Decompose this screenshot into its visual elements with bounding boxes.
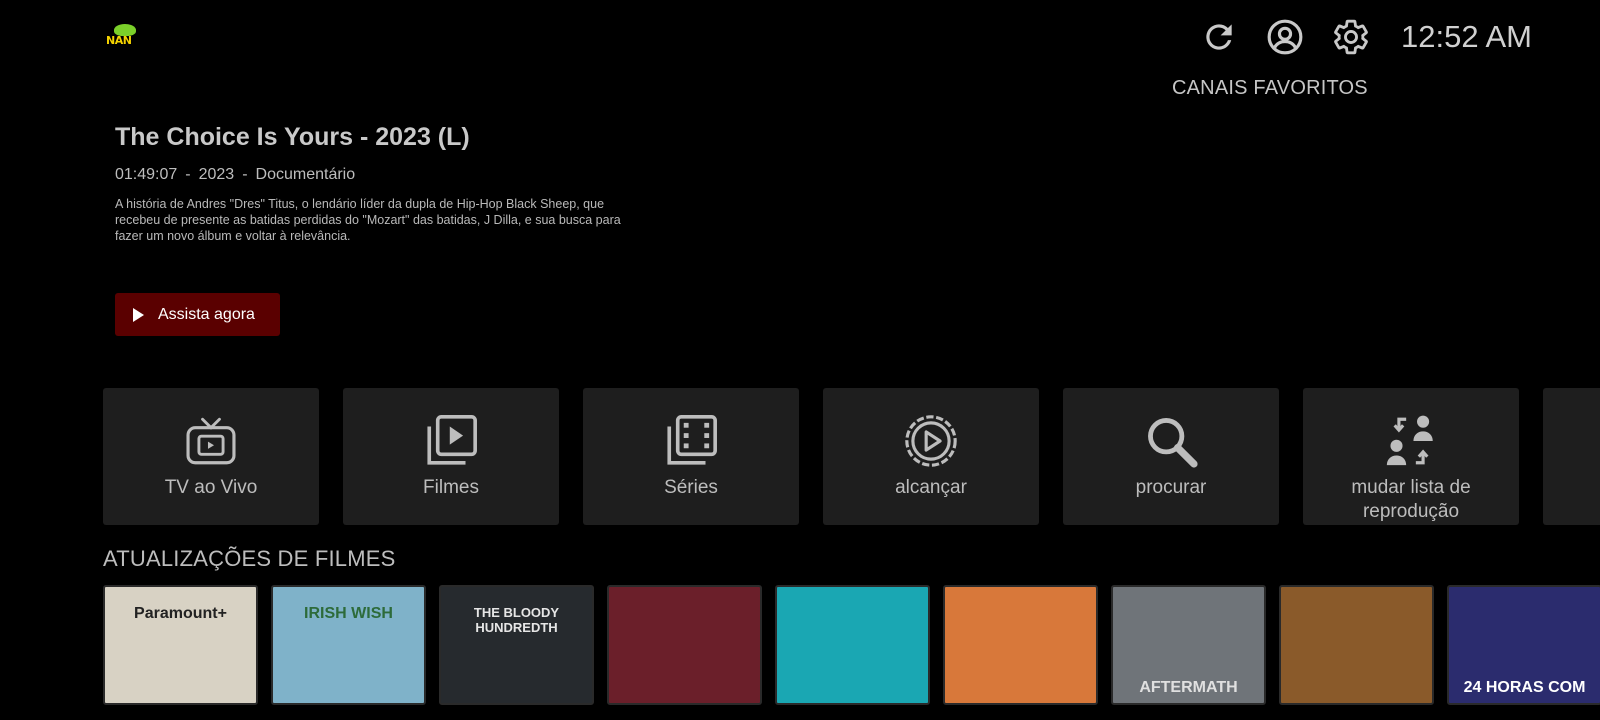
tile-movies[interactable]: Filmes <box>343 388 559 525</box>
series-icon <box>667 415 717 465</box>
meta-separator: - <box>185 166 191 183</box>
tile-label: TV ao Vivo <box>164 477 258 498</box>
poster-title: 24 HORAS COM <box>1463 679 1586 696</box>
watch-now-button[interactable]: Assista agora <box>115 293 280 336</box>
poster-title: IRISH WISH <box>304 605 393 622</box>
logo-text: NAN <box>106 34 132 47</box>
tile-more[interactable] <box>1543 388 1600 525</box>
movie-poster[interactable] <box>943 585 1098 705</box>
app-logo: NAN <box>104 24 152 48</box>
tile-label: mudar lista de reprodução <box>1351 477 1471 522</box>
clock: 12:52 AM <box>1401 19 1532 54</box>
movie-updates-title: ATUALIZAÇÕES DE FILMES <box>103 546 396 571</box>
featured-duration: 01:49:07 <box>115 166 178 183</box>
favorite-channels-link[interactable]: CANAIS FAVORITOS <box>1172 77 1368 100</box>
tile-label: procurar <box>1135 477 1207 498</box>
gear-icon[interactable] <box>1331 17 1371 57</box>
tile-search[interactable]: procurar <box>1063 388 1279 525</box>
movie-poster[interactable]: 24 HORAS COM <box>1447 585 1600 705</box>
featured-content: The Choice Is Yours - 2023 (L) 01:49:07-… <box>115 123 635 244</box>
tile-switch-playlist[interactable]: mudar lista de reprodução <box>1303 388 1519 525</box>
movie-posters-row: Paramount+ IRISH WISH THE BLOODY HUNDREDTH… <box>103 585 1600 705</box>
tile-label: Filmes <box>423 477 479 498</box>
play-icon <box>133 307 144 322</box>
search-icon <box>1148 418 1198 468</box>
featured-description: A história de Andres "Dres" Titus, o len… <box>115 197 621 243</box>
featured-meta: 01:49:07-2023- Documentário <box>115 166 635 184</box>
movie-poster[interactable]: THE BLOODY HUNDREDTH <box>439 585 594 705</box>
tile-live-tv[interactable]: TV ao Vivo <box>103 388 319 525</box>
account-icon[interactable] <box>1265 17 1305 57</box>
movie-poster[interactable] <box>775 585 930 705</box>
movie-poster[interactable] <box>607 585 762 705</box>
featured-genre: Documentário <box>255 166 356 183</box>
tile-label: alcançar <box>895 477 967 498</box>
movie-poster[interactable]: IRISH WISH <box>271 585 426 705</box>
meta-separator: - <box>242 166 248 183</box>
tv-icon <box>186 417 236 465</box>
movies-icon <box>427 415 477 465</box>
featured-year: 2023 <box>198 166 235 183</box>
movie-poster[interactable]: Paramount+ <box>103 585 258 705</box>
movie-poster[interactable] <box>1279 585 1434 705</box>
tile-catchup[interactable]: alcançar <box>823 388 1039 525</box>
catchup-icon <box>905 415 957 467</box>
tile-series[interactable]: Séries <box>583 388 799 525</box>
poster-title: AFTERMATH <box>1139 679 1238 696</box>
movie-poster[interactable]: AFTERMATH <box>1111 585 1266 705</box>
featured-title: The Choice Is Yours - 2023 (L) <box>115 123 470 151</box>
poster-title: Paramount+ <box>134 605 227 622</box>
top-toolbar: 12:52 AM <box>1199 14 1532 60</box>
switch-users-icon <box>1386 415 1433 466</box>
refresh-icon[interactable] <box>1199 17 1239 57</box>
tile-label: Séries <box>664 477 718 498</box>
main-menu-tiles: TV ao Vivo Filmes Séries alcançar procur… <box>103 388 1600 525</box>
poster-title: THE BLOODY HUNDREDTH <box>473 605 560 635</box>
watch-now-label: Assista agora <box>158 305 255 323</box>
